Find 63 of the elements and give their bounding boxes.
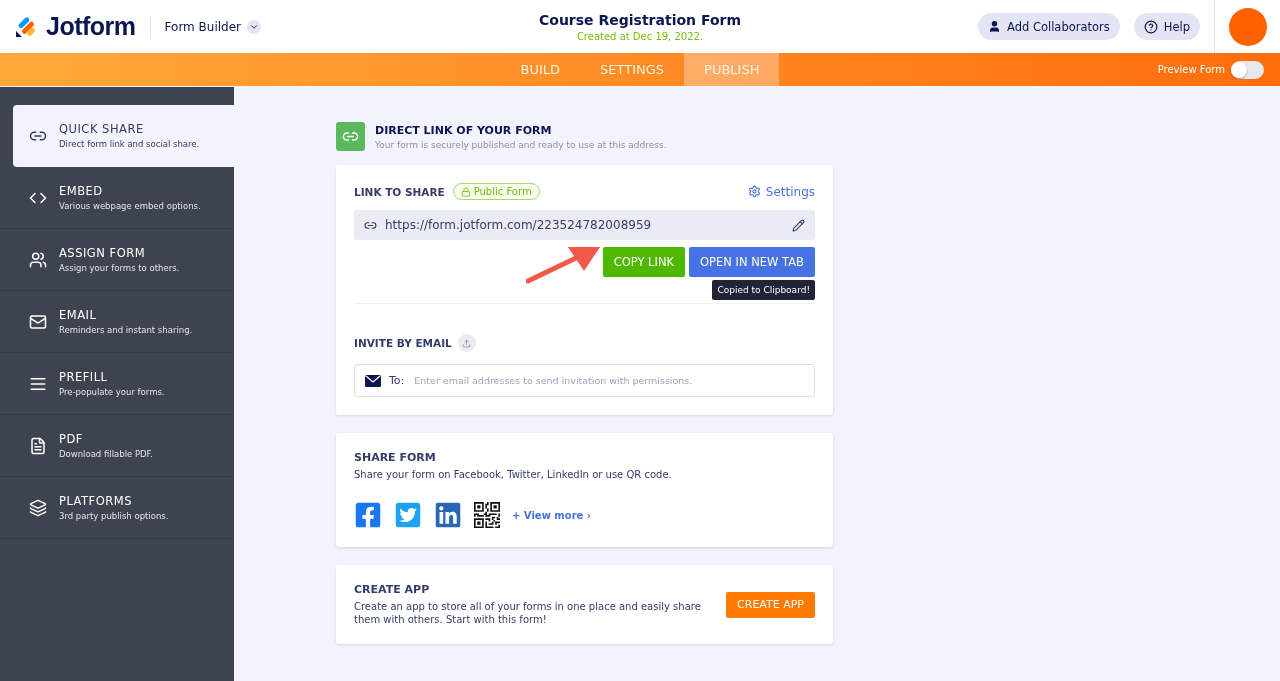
sidebar-item[interactable]: ASSIGN FORM Assign your forms to others. bbox=[0, 229, 234, 291]
sidebar-item[interactable]: EMAIL Reminders and instant sharing. bbox=[0, 291, 234, 353]
mail-icon bbox=[29, 312, 47, 331]
product-menu[interactable]: Form Builder bbox=[164, 19, 242, 34]
created-date: Created at Dec 19, 2022. bbox=[576, 31, 704, 42]
open-new-tab-button[interactable]: OPEN IN NEW TAB bbox=[689, 247, 815, 277]
item-title: EMAIL bbox=[59, 308, 98, 322]
item-description: Various webpage embed options. bbox=[59, 201, 201, 211]
section-title: DIRECT LINK OF YOUR FORM bbox=[375, 123, 553, 137]
section-subtitle: Your form is securely published and ready to use at this address. bbox=[375, 139, 667, 150]
email-box[interactable]: To: Enter email addresses to send invitation with permissions. bbox=[354, 364, 815, 397]
item-description: Pre-populate your forms. bbox=[59, 387, 165, 397]
sidebar-item[interactable]: PREFILL Pre-populate your forms. bbox=[0, 353, 234, 415]
brand-name: Jotform bbox=[46, 12, 136, 41]
link-icon bbox=[336, 122, 365, 151]
item-description: Reminders and instant sharing. bbox=[59, 325, 193, 335]
preview-label: Preview Form bbox=[1157, 64, 1225, 75]
facebook-icon[interactable] bbox=[354, 501, 382, 529]
card-title: CREATE APP bbox=[354, 583, 431, 596]
logo-icon bbox=[14, 14, 38, 39]
invite-label: INVITE BY EMAIL bbox=[354, 337, 452, 349]
item-title: EMBED bbox=[59, 184, 104, 198]
item-description: Direct form link and social share. bbox=[59, 139, 200, 149]
layers-icon bbox=[29, 498, 47, 517]
edit-icon[interactable] bbox=[792, 218, 805, 232]
sidebar-item[interactable]: EMBED Various webpage embed options. bbox=[0, 167, 234, 229]
preview-toggle[interactable] bbox=[1231, 60, 1264, 79]
add-collaborators-button[interactable]: Add Collaborators bbox=[977, 13, 1120, 40]
item-title: ASSIGN FORM bbox=[59, 246, 147, 260]
item-title: QUICK SHARE bbox=[59, 122, 145, 136]
card-description: Share your form on Facebook, Twitter, LinkedIn or use QR code. bbox=[354, 468, 673, 481]
sidebar-item[interactable]: PDF Download fillable PDF. bbox=[0, 415, 234, 477]
settings-link[interactable]: Settings bbox=[747, 184, 815, 199]
link-label: LINK TO SHARE bbox=[354, 185, 445, 198]
linkedin-icon[interactable] bbox=[434, 501, 462, 529]
item-title: PLATFORMS bbox=[59, 494, 133, 508]
twitter-icon[interactable] bbox=[394, 501, 422, 529]
card-title: SHARE FORM bbox=[354, 451, 437, 464]
settings-icon bbox=[747, 185, 761, 198]
sidebar-item[interactable]: QUICK SHARE Direct form link and social share. bbox=[13, 105, 234, 167]
view-more-link[interactable]: + View more › bbox=[512, 509, 591, 521]
people-icon bbox=[29, 250, 47, 269]
envelope-icon bbox=[365, 374, 381, 387]
help-button[interactable]: Help bbox=[1133, 13, 1200, 40]
upload-icon[interactable] bbox=[457, 334, 476, 352]
file-icon bbox=[29, 436, 47, 455]
item-description: Assign your forms to others. bbox=[59, 263, 180, 273]
item-title: PREFILL bbox=[59, 370, 109, 384]
qr-code-icon[interactable] bbox=[474, 502, 500, 528]
chevron-down-icon[interactable] bbox=[247, 19, 262, 34]
item-description: Download fillable PDF. bbox=[59, 449, 153, 459]
form-title: Course Registration Form bbox=[539, 12, 741, 28]
sidebar-item[interactable]: PLATFORMS 3rd party publish options. bbox=[0, 477, 234, 539]
item-title: PDF bbox=[59, 432, 84, 446]
url-field[interactable]: https://form.jotform.com/223524782008959 bbox=[354, 210, 815, 240]
public-form-badge: Public Form bbox=[452, 183, 540, 200]
tooltip: Copied to Clipboard! bbox=[712, 280, 815, 300]
help-icon bbox=[1143, 19, 1158, 34]
avatar[interactable] bbox=[1228, 7, 1267, 46]
card-description: Create an app to store all of your forms in one place and easily share them with others. Start with this form! bbox=[354, 600, 702, 626]
person-icon bbox=[987, 20, 1001, 33]
item-description: 3rd party publish options. bbox=[59, 511, 169, 521]
to-label: To: bbox=[389, 374, 405, 387]
